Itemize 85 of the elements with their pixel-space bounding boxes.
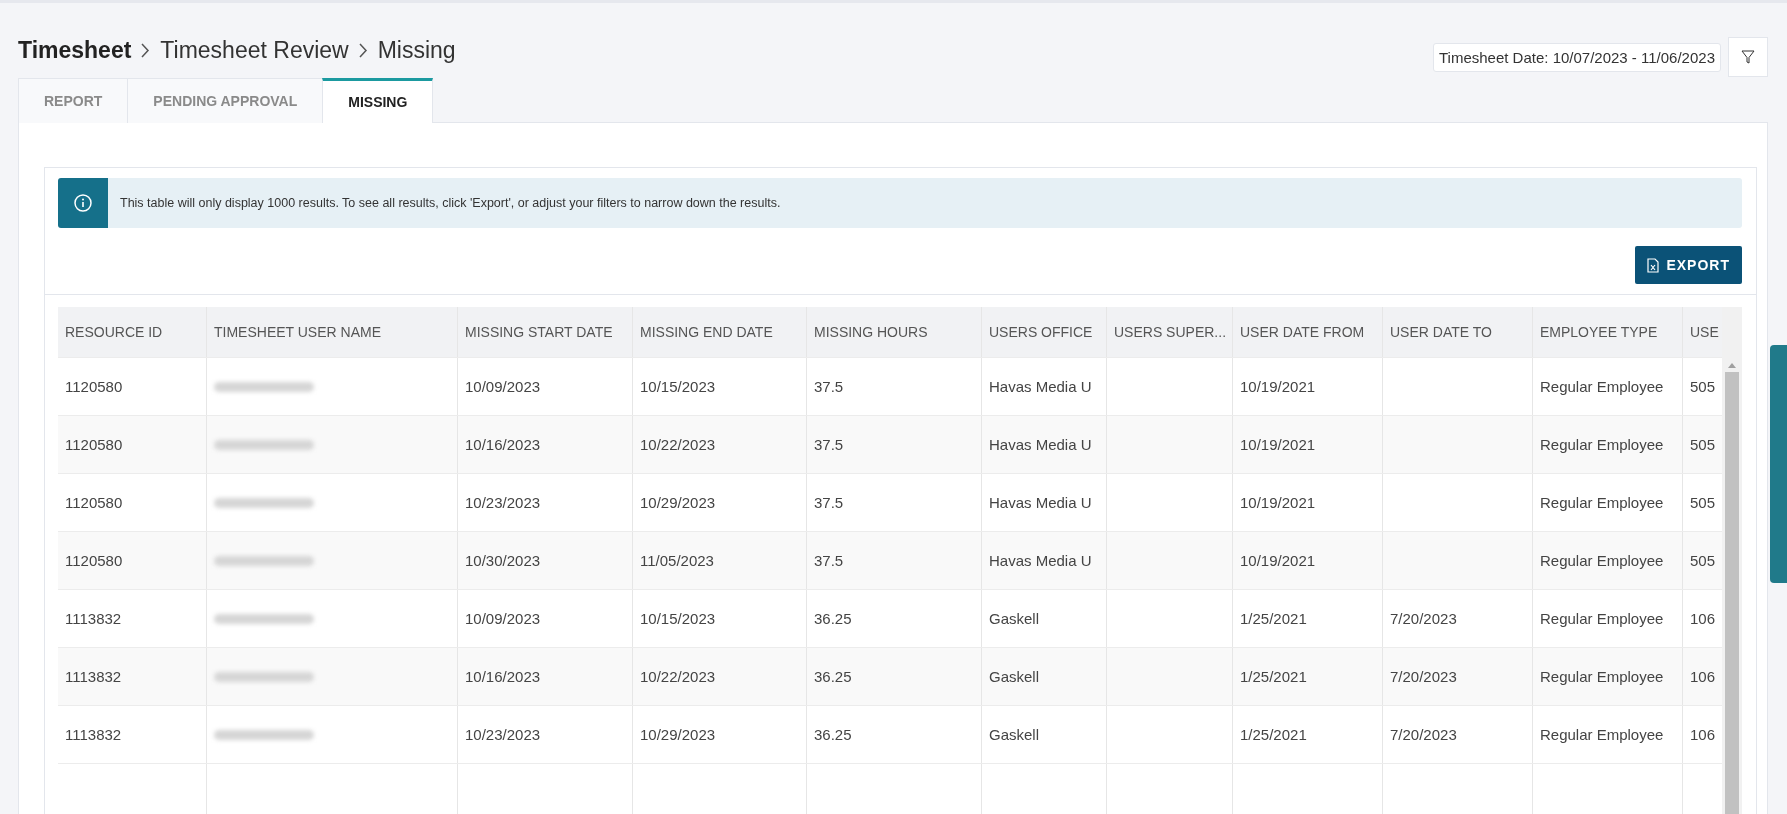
column-header[interactable]: EMPLOYEE TYPE (1540, 324, 1658, 340)
table-cell: 10/22/2023 (640, 668, 716, 685)
table-cell: 37.5 (814, 436, 844, 453)
table-cell: 106 (1690, 610, 1716, 627)
table-cell: 505 (1690, 494, 1716, 511)
column-header[interactable]: USER DATE TO (1390, 324, 1492, 340)
table-cell: 505 (1690, 552, 1716, 569)
table-cell: 36.25 (814, 668, 852, 685)
table-cell: 36.25 (814, 726, 852, 743)
table-cell: 10/19/2021 (1240, 378, 1316, 395)
table-cell: Regular Employee (1540, 378, 1664, 395)
table-cell: 7/20/2023 (1390, 726, 1457, 743)
table-cell: Regular Employee (1540, 668, 1664, 685)
column-header[interactable]: TIMESHEET USER NAME (214, 324, 381, 340)
table-cell: Regular Employee (1540, 494, 1664, 511)
table-cell: 106 (1690, 726, 1716, 743)
table-cell: 1/25/2021 (1240, 668, 1307, 685)
chevron-right-icon (358, 43, 368, 58)
table-cell: Havas Media U (989, 552, 1092, 569)
date-range-label: Timesheet Date: 10/07/2023 - 11/06/2023 (1432, 42, 1721, 72)
table-cell: 10/09/2023 (465, 610, 541, 627)
column-header[interactable]: MISSING HOURS (814, 324, 928, 340)
table-cell: 1/25/2021 (1240, 610, 1307, 627)
export-button[interactable]: EXPORT (1635, 246, 1742, 284)
filter-icon (1741, 50, 1755, 64)
table-cell: 10/15/2023 (640, 610, 716, 627)
table-cell: 505 (1690, 436, 1716, 453)
column-header[interactable]: USE (1690, 324, 1719, 340)
table-cell: 1/25/2021 (1240, 726, 1307, 743)
table-cell: 7/20/2023 (1390, 610, 1457, 627)
table-cell: 10/19/2021 (1240, 494, 1316, 511)
filter-button[interactable] (1728, 37, 1768, 77)
table-cell: 10/19/2021 (1240, 436, 1316, 453)
tab[interactable]: MISSING (322, 78, 434, 123)
table-cell: 37.5 (814, 494, 844, 511)
breadcrumb-link[interactable]: Timesheet Review (160, 37, 349, 64)
table-cell: Havas Media U (989, 494, 1092, 511)
table-cell: 1120580 (65, 378, 123, 395)
table-cell: 10/19/2021 (1240, 552, 1316, 569)
table-cell: 1120580 (65, 436, 123, 453)
table-cell: 10/16/2023 (465, 668, 541, 685)
scrollbar[interactable] (1722, 307, 1742, 814)
table-cell: 7/20/2023 (1390, 668, 1457, 685)
table-cell: 10/29/2023 (640, 494, 716, 511)
table-cell: 36.25 (814, 610, 852, 627)
chevron-right-icon (141, 43, 151, 58)
table-cell: 10/29/2023 (640, 726, 716, 743)
table-cell: 10/22/2023 (640, 436, 716, 453)
table-cell: 1113832 (65, 726, 122, 743)
table-cell: Regular Employee (1540, 552, 1664, 569)
table-cell: Regular Employee (1540, 726, 1664, 743)
table-cell: 1113832 (65, 668, 122, 685)
table-cell: Gaskell (989, 668, 1040, 685)
column-header[interactable]: RESOURCE ID (65, 324, 163, 340)
table-cell: 10/15/2023 (640, 378, 716, 395)
table-cell: 10/16/2023 (465, 436, 541, 453)
column-header[interactable]: MISSING START DATE (465, 324, 613, 340)
table-cell: 37.5 (814, 378, 844, 395)
table-cell: Havas Media U (989, 436, 1092, 453)
table-cell: 1113832 (65, 610, 122, 627)
table-cell: 10/23/2023 (465, 726, 541, 743)
table-cell: Havas Media U (989, 378, 1092, 395)
column-header[interactable]: USERS OFFICE (989, 324, 1093, 340)
page-title: Missing (377, 37, 456, 64)
table-cell: Regular Employee (1540, 610, 1664, 627)
table-cell: 106 (1690, 668, 1716, 685)
table-cell: 10/23/2023 (465, 494, 541, 511)
column-header[interactable]: USER DATE FROM (1240, 324, 1365, 340)
info-icon (74, 194, 92, 212)
breadcrumb-link[interactable]: Timesheet (18, 37, 132, 64)
table-cell: 10/09/2023 (465, 378, 541, 395)
table-cell: 1120580 (65, 494, 123, 511)
table-cell: 505 (1690, 378, 1716, 395)
table-cell: Gaskell (989, 726, 1040, 743)
table-cell: 11/05/2023 (640, 552, 714, 569)
scroll-up-arrow-icon[interactable] (1728, 363, 1736, 368)
column-header[interactable]: USERS SUPER... (1114, 324, 1227, 340)
info-text: This table will only display 1000 results. To see all results, click 'Export', or adjust your filters to narrow down the results. (119, 196, 781, 210)
table-cell: 10/30/2023 (465, 552, 541, 569)
table-cell: Regular Employee (1540, 436, 1664, 453)
column-header[interactable]: MISSING END DATE (640, 324, 773, 340)
table-cell: 37.5 (814, 552, 844, 569)
excel-file-icon (1647, 257, 1660, 273)
table-cell: Gaskell (989, 610, 1040, 627)
table-cell: 1120580 (65, 552, 123, 569)
